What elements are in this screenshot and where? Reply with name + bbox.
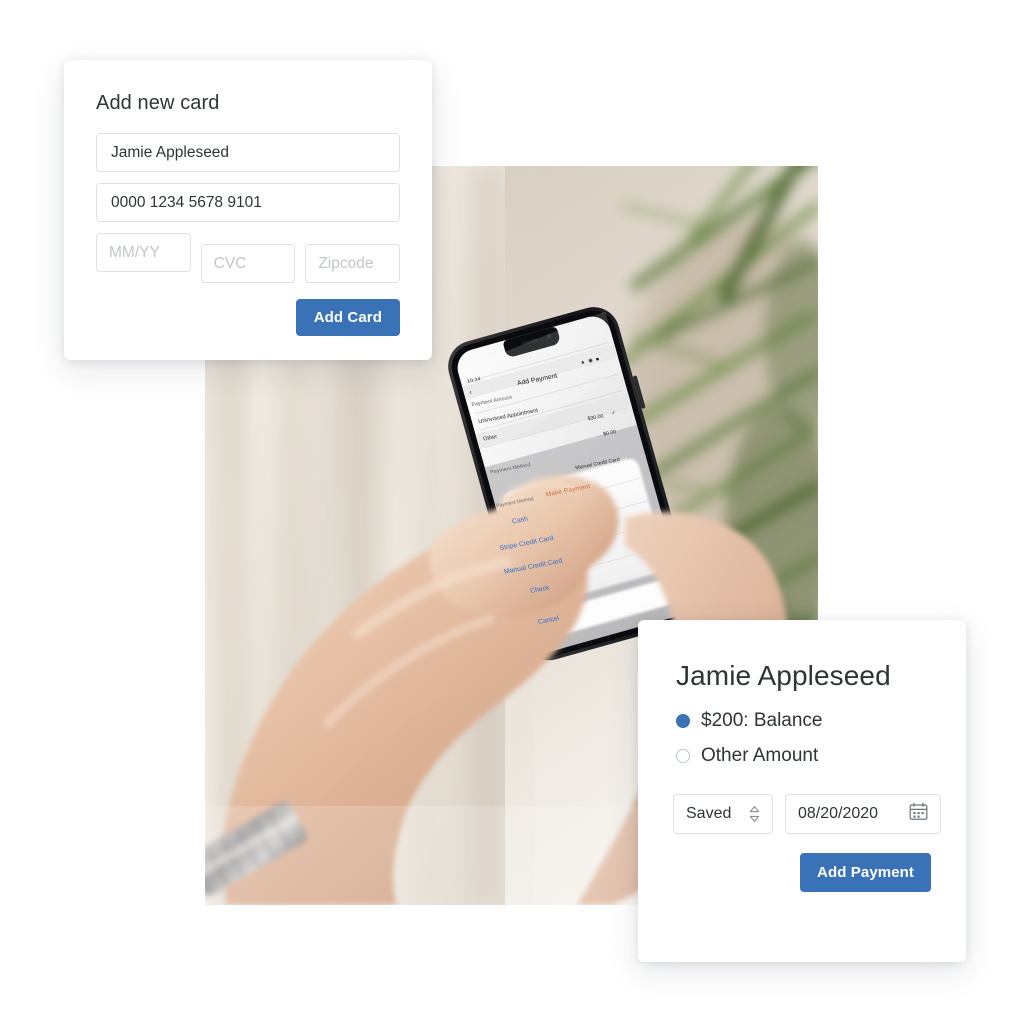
- payment-controls-row: Saved 08/20/2020: [638, 780, 966, 834]
- card-meta-row: MM/YY CVC Zipcode: [96, 233, 401, 283]
- calendar-icon[interactable]: [909, 802, 928, 826]
- add-card-actions: Add Card: [64, 283, 432, 336]
- payment-date-value: 08/20/2020: [798, 805, 879, 822]
- add-card-button[interactable]: Add Card: [295, 299, 400, 336]
- payment-actions: Add Payment: [638, 834, 966, 892]
- payment-date-input[interactable]: 08/20/2020: [785, 794, 941, 834]
- radio-option-other-amount-label: Other Amount: [701, 745, 819, 766]
- card-cvc-input[interactable]: CVC: [200, 244, 296, 283]
- radio-unselected-icon[interactable]: [676, 749, 690, 763]
- radio-option-other-amount[interactable]: Other Amount: [676, 745, 966, 767]
- add-card-fields: Jamie Appleseed 0000 1234 5678 9101 MM/Y…: [64, 115, 432, 283]
- page-canvas: 10:24 ▲ ◉ ■ ‹ Add Payment Payment Amount…: [0, 0, 1024, 1024]
- add-card-title: Add new card: [96, 92, 220, 114]
- radio-option-balance-label: $200: Balance: [701, 710, 823, 731]
- payment-customer-name: Jamie Appleseed: [676, 660, 891, 691]
- stepper-icon[interactable]: [749, 805, 760, 823]
- card-expiry-input[interactable]: MM/YY: [96, 233, 191, 272]
- radio-selected-icon[interactable]: [676, 714, 690, 728]
- payment-status-select[interactable]: Saved: [673, 794, 773, 834]
- add-payment-panel: Jamie Appleseed $200: Balance Other Amou…: [638, 620, 966, 962]
- add-new-card-panel: Add new card Jamie Appleseed 0000 1234 5…: [64, 60, 432, 360]
- payment-status-value: Saved: [686, 805, 732, 822]
- payment-amount-options: $200: Balance Other Amount: [638, 692, 966, 767]
- radio-option-balance[interactable]: $200: Balance: [676, 710, 966, 732]
- card-number-input[interactable]: 0000 1234 5678 9101: [96, 183, 400, 222]
- add-payment-button[interactable]: Add Payment: [800, 853, 931, 892]
- cardholder-name-input[interactable]: Jamie Appleseed: [96, 133, 400, 172]
- card-zipcode-input[interactable]: Zipcode: [305, 244, 401, 283]
